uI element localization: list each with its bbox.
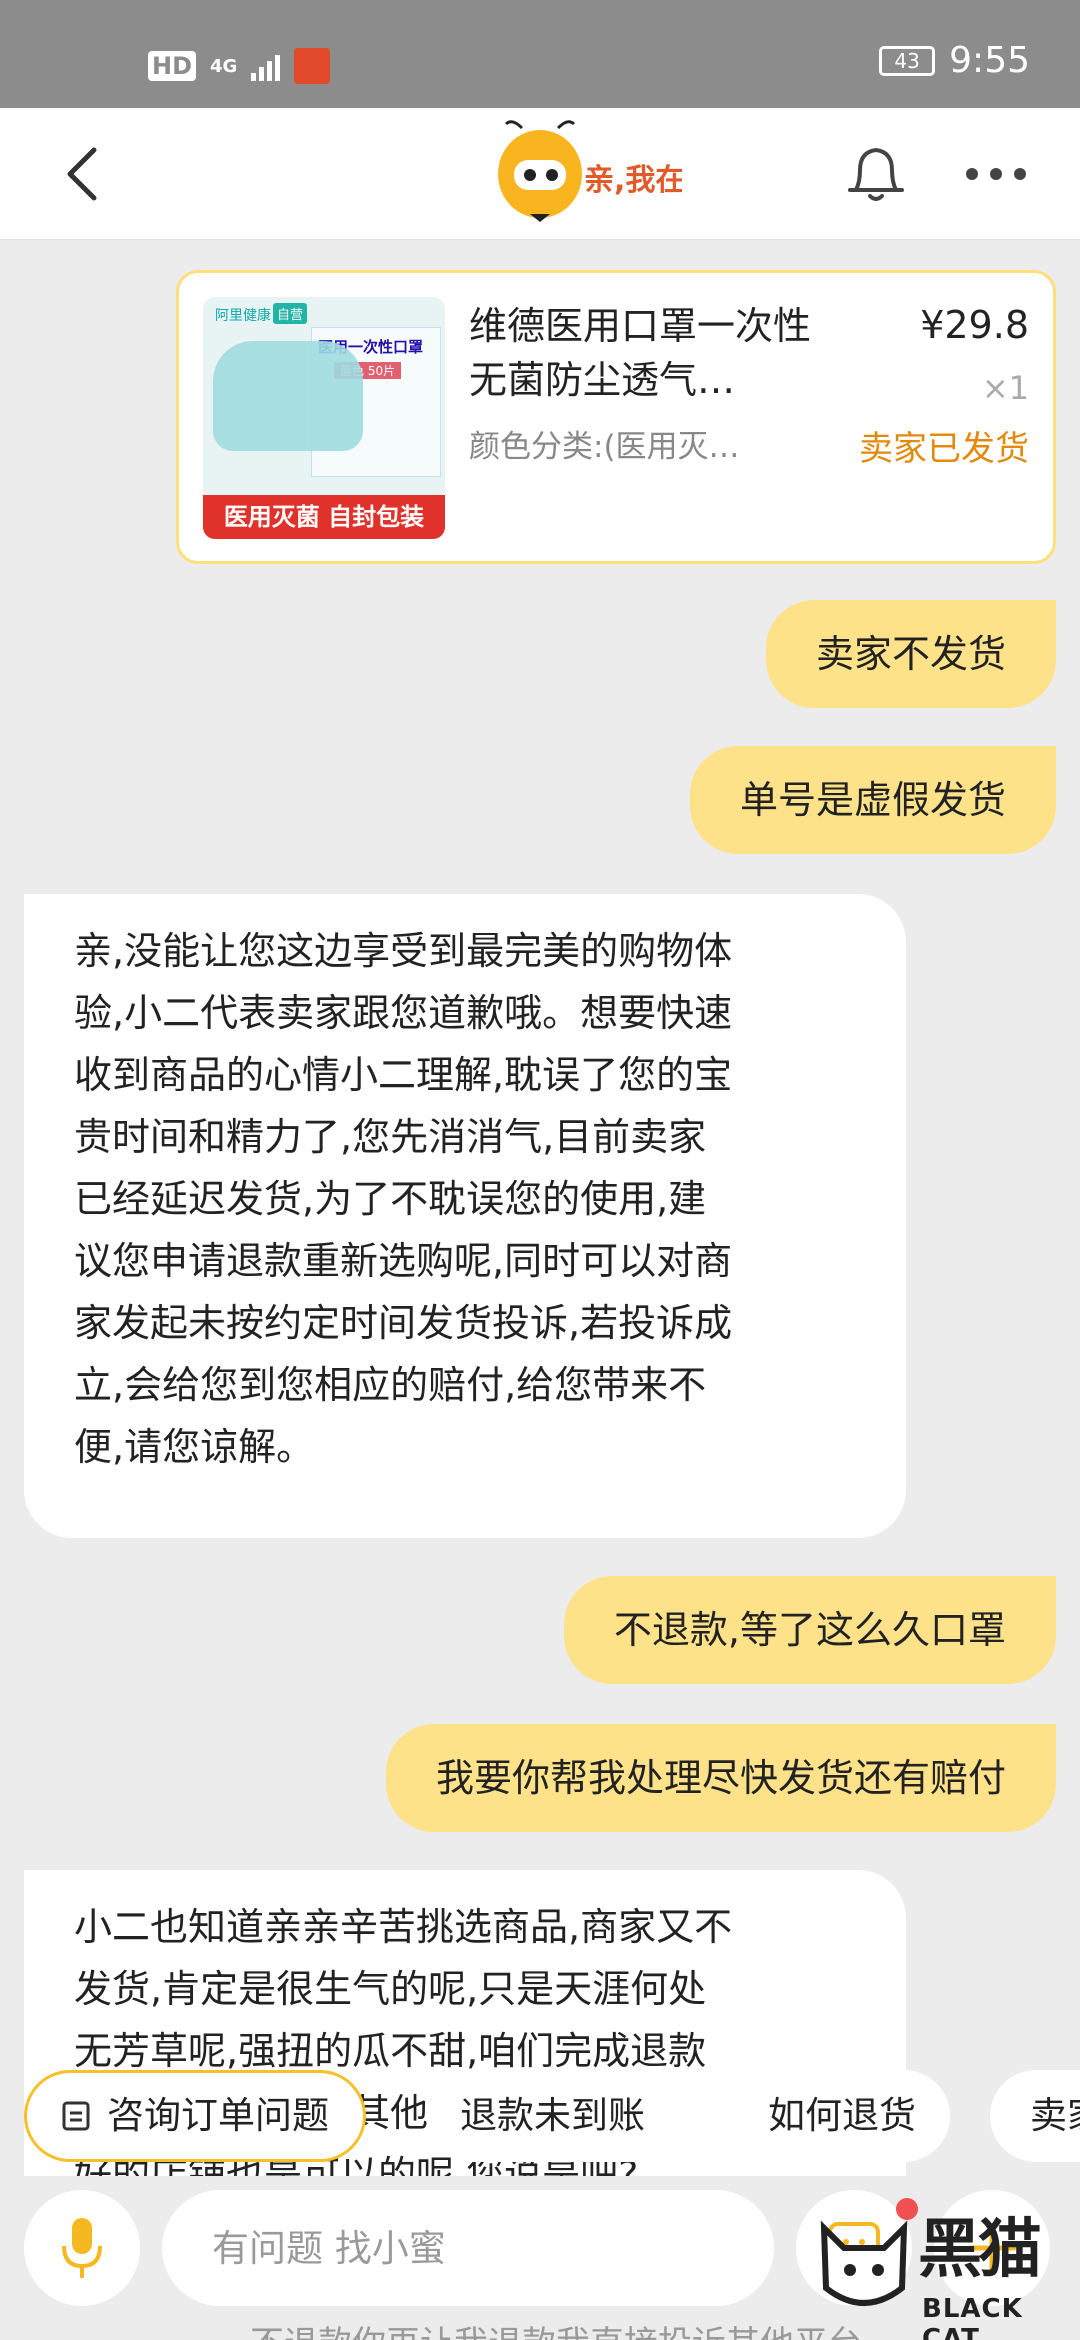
message-line: 验,小二代表卖家跟您道歉哦。想要快速	[74, 991, 733, 1035]
status-bar: HD 4G 43 9:55	[0, 0, 1080, 108]
thumb-brand: 阿里健康	[215, 308, 271, 324]
logo-text: 亲,我在	[584, 163, 682, 198]
message-line: 收到商品的心情小二理解,耽误了您的宝	[74, 1053, 733, 1097]
order-product-card[interactable]: 阿里健康 自营 医用一次性口罩 蓝色 50片 医用灭菌 自封包装 维德医用口罩一…	[176, 270, 1056, 564]
thumb-tag: 自营	[273, 303, 308, 324]
order-icon	[62, 2101, 90, 2131]
microphone-icon	[62, 2218, 102, 2278]
chip-label: 咨询订单问题	[107, 2094, 329, 2137]
watermark-text: 黑猫	[918, 2213, 1042, 2287]
message-input[interactable]	[162, 2190, 774, 2306]
bell-icon[interactable]	[846, 142, 906, 206]
message-line: 小二也知道亲亲辛苦挑选商品,商家又不	[74, 1905, 733, 1949]
message-line: 发货,肯定是很生气的呢,只是天涯何处	[74, 1967, 707, 2011]
message-line: 亲,没能让您这边享受到最完美的购物体	[74, 929, 733, 973]
chip-label: 如何退货	[768, 2094, 916, 2137]
back-icon[interactable]	[56, 144, 116, 204]
message-text: 我要你帮我处理尽快发货还有赔付	[435, 1756, 1006, 1800]
status-right: 43 9:55	[879, 40, 1030, 81]
message-text: 不退款,等了这么久口罩	[613, 1608, 1006, 1652]
message-line: 家发起未按约定时间发货投诉,若投诉成	[74, 1301, 733, 1345]
message-line: 便,请您谅解。	[74, 1425, 315, 1469]
more-options-icon[interactable]	[964, 164, 1028, 184]
quick-reply-refund-missing[interactable]: 退款未到账	[426, 2070, 679, 2162]
voice-button[interactable]	[24, 2190, 140, 2306]
quick-reply-seller[interactable]: 卖家	[990, 2070, 1080, 2162]
watermark-subtext: BLACK CAT	[922, 2294, 1023, 2340]
message-text: 卖家不发货	[815, 632, 1006, 676]
app-notification-icon	[294, 48, 331, 84]
black-cat-watermark: 黑猫 BLACK CAT	[814, 2198, 1080, 2340]
bee-logo: 亲,我在	[498, 120, 682, 222]
clock: 9:55	[949, 40, 1030, 81]
battery-icon: 43	[879, 45, 936, 76]
signal-icon	[251, 51, 281, 81]
quick-reply-order-question[interactable]: 咨询订单问题	[24, 2070, 366, 2162]
order-status: 卖家已发货	[859, 429, 1029, 469]
network-type: 4G	[210, 55, 238, 77]
thumb-footer: 医用灭菌 自封包装	[203, 495, 445, 539]
quick-reply-how-to-return[interactable]: 如何退货	[734, 2070, 950, 2162]
chip-label: 卖家	[1030, 2094, 1080, 2137]
message-bubble-received: 亲,没能让您这边享受到最完美的购物体 验,小二代表卖家跟您道歉哦。想要快速 收到…	[24, 894, 906, 1538]
message-bubble-sent: 单号是虚假发货	[689, 746, 1056, 854]
product-spec: 颜色分类:(医用灭…	[469, 429, 740, 465]
product-title: 维德医用口罩一次性无菌防尘透气…	[469, 304, 812, 402]
message-bubble-sent: 我要你帮我处理尽快发货还有赔付	[385, 1724, 1056, 1832]
peek-message-text: 不退款你再让我退款我直接投诉其他平台	[250, 2316, 862, 2340]
message-line: 贵时间和精力了,您先消消气,目前卖家	[74, 1115, 707, 1159]
hd-indicator: HD	[148, 51, 197, 81]
status-left: HD 4G	[148, 48, 331, 84]
message-text: 单号是虚假发货	[739, 778, 1006, 822]
message-line: 议您申请退款重新选购呢,同时可以对商	[74, 1239, 733, 1283]
message-line: 立,会给您到您相应的赔付,给您带来不	[74, 1363, 707, 1407]
product-quantity: ×1	[981, 369, 1029, 407]
quick-reply-bar: 咨询订单问题 退款未到账 如何退货 卖家	[0, 2070, 1080, 2170]
chat-header: 亲,我在	[0, 108, 1080, 240]
message-bubble-sent: 不退款,等了这么久口罩	[563, 1576, 1056, 1684]
message-bubble-sent: 卖家不发货	[765, 600, 1056, 708]
mask-image	[213, 341, 363, 451]
product-thumbnail: 阿里健康 自营 医用一次性口罩 蓝色 50片 医用灭菌 自封包装	[203, 297, 445, 539]
chip-label: 退款未到账	[460, 2094, 645, 2137]
cat-logo-icon	[820, 2220, 908, 2306]
message-line: 已经延迟发货,为了不耽误您的使用,建	[74, 1177, 707, 1221]
product-price: ¥29.8	[920, 303, 1029, 347]
